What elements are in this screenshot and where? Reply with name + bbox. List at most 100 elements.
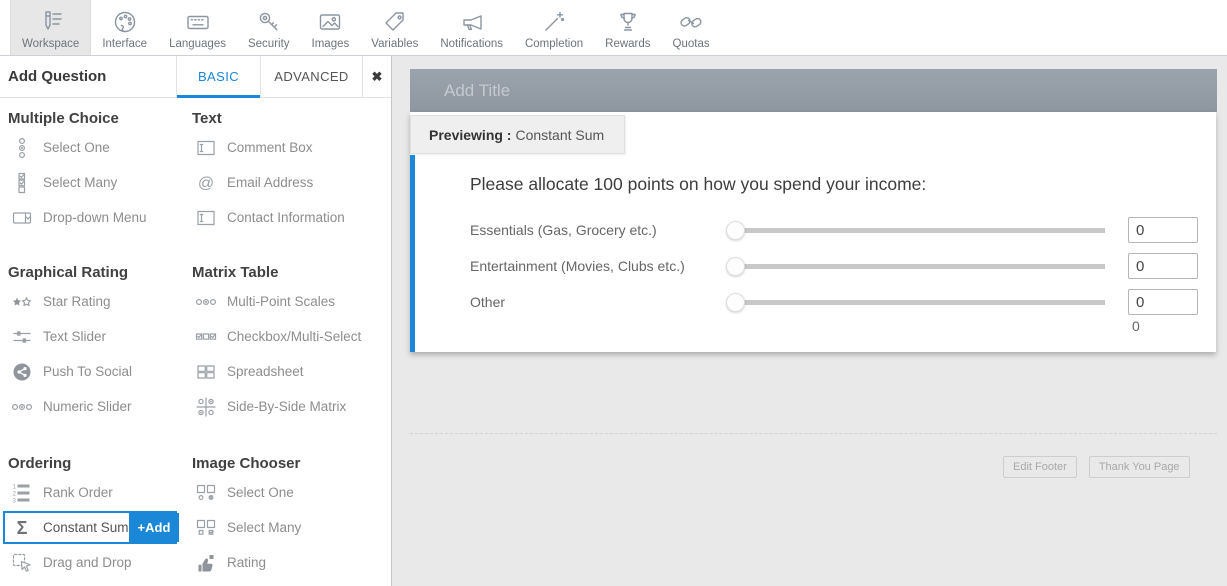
sidebar-item-push-to-social[interactable]: Push To Social — [6, 354, 183, 389]
tab-basic[interactable]: BASIC — [176, 56, 260, 97]
total-value: 0 — [1132, 318, 1202, 334]
sidebar-item-label: Push To Social — [43, 364, 132, 379]
sidebar-item-label: Email Address — [227, 175, 313, 190]
points-input[interactable] — [1128, 289, 1198, 315]
toolbar-item-languages[interactable]: Languages — [158, 0, 237, 55]
dropdown-icon — [9, 207, 35, 229]
sidebar-item-select-many[interactable]: Select Many — [190, 510, 383, 545]
previewing-label: Previewing : — [429, 127, 511, 143]
section-image-chooser: Image ChooserSelect One Select Many Rating — [190, 453, 383, 580]
sidebar-item-select-many[interactable]: Select Many — [6, 165, 183, 200]
section-matrix-table: Matrix TableMulti-Point ScalesCheckbox/M… — [190, 262, 383, 424]
survey-canvas: Add Title Previewing :Constant Sum Pleas… — [392, 56, 1227, 586]
slider-track — [730, 300, 1105, 305]
question-type-list: Multiple Choice Select One Select Many Drop… — [0, 98, 391, 580]
slider-handle[interactable] — [726, 293, 745, 312]
sidebar-item-text-slider[interactable]: Text Slider — [6, 319, 183, 354]
sidebar-item-label: Select Many — [43, 175, 117, 190]
sidebar-item-rank-order[interactable]: 123 Rank Order — [6, 475, 183, 510]
toolbar-item-label: Images — [312, 38, 350, 50]
section-title: Matrix Table — [192, 262, 383, 284]
thank-you-page-button[interactable]: Thank You Page — [1089, 456, 1190, 478]
points-slider[interactable] — [728, 293, 1105, 312]
toolbar-item-notifications[interactable]: Notifications — [429, 0, 514, 55]
sidebar-item-label: Select One — [43, 140, 110, 155]
sidebar-item-label: Numeric Slider — [43, 399, 132, 414]
toolbar-item-label: Security — [248, 38, 290, 50]
toolbar-item-completion[interactable]: Completion — [514, 0, 594, 55]
sidebar-item-drag-and-drop[interactable]: Drag and Drop — [6, 545, 183, 580]
edit-footer-button[interactable]: Edit Footer — [1003, 456, 1077, 478]
section-title: Multiple Choice — [8, 108, 183, 130]
toolbar-item-workspace[interactable]: Workspace — [10, 0, 91, 55]
sidebar-item-label: Rank Order — [43, 485, 113, 500]
close-icon[interactable]: ✖ — [362, 56, 391, 97]
add-title-field[interactable]: Add Title — [410, 69, 1217, 112]
add-question-panel: Add Question BASICADVANCED ✖ Multiple Ch… — [0, 56, 392, 586]
sidebar-item-checkbox-multi-select[interactable]: Checkbox/Multi-Select — [190, 319, 383, 354]
sidebar-item-comment-box[interactable]: Comment Box — [190, 130, 383, 165]
sidebar-item-label: Comment Box — [227, 140, 313, 155]
sidebar-item-numeric-slider[interactable]: Numeric Slider — [6, 389, 183, 424]
toolbar-item-quotas[interactable]: Quotas — [662, 0, 721, 55]
sidebar-item-star-rating[interactable]: Star Rating — [6, 284, 183, 319]
question-text: Please allocate 100 points on how you sp… — [470, 174, 926, 195]
notifications-icon — [458, 8, 485, 35]
sidebar-item-constant-sum[interactable]: ΣConstant Sum+Add — [3, 511, 177, 544]
completion-icon — [541, 8, 568, 35]
toolbar-item-label: Interface — [102, 38, 147, 50]
rewards-icon — [614, 8, 641, 35]
slider-track — [730, 264, 1105, 269]
grid-icon — [193, 361, 219, 383]
points-input[interactable] — [1128, 253, 1198, 279]
tab-advanced[interactable]: ADVANCED — [260, 56, 362, 97]
toolbar-item-interface[interactable]: Interface — [91, 0, 158, 55]
section-multiple-choice: Multiple Choice Select One Select Many Drop… — [6, 108, 183, 235]
points-input[interactable] — [1128, 217, 1198, 243]
sidebar-item-rating[interactable]: Rating — [190, 545, 383, 580]
allocation-row: Other — [470, 284, 1216, 320]
toolbar-item-label: Quotas — [673, 38, 710, 50]
section-title: Image Chooser — [192, 453, 383, 475]
checkbox-list-icon — [9, 172, 35, 194]
slider-handle[interactable] — [726, 257, 745, 276]
sidebar-item-spreadsheet[interactable]: Spreadsheet — [190, 354, 383, 389]
toolbar-item-rewards[interactable]: Rewards — [594, 0, 661, 55]
text-slider-icon — [9, 326, 35, 348]
toolbar-item-images[interactable]: Images — [301, 0, 361, 55]
sidebar-item-drop-down-menu[interactable]: Drop-down Menu — [6, 200, 183, 235]
textbox-icon — [193, 207, 219, 229]
quotas-icon — [678, 8, 705, 35]
rank-icon: 123 — [9, 482, 35, 504]
panel-header: Add Question BASICADVANCED ✖ — [0, 56, 391, 98]
row-label: Essentials (Gas, Grocery etc.) — [470, 222, 728, 238]
sidebar-item-label: Select Many — [227, 520, 301, 535]
toolbar-item-variables[interactable]: Variables — [360, 0, 429, 55]
sidebar-item-label: Drop-down Menu — [43, 210, 147, 225]
points-slider[interactable] — [728, 221, 1105, 240]
sidebar-item-label: Text Slider — [43, 329, 106, 344]
section-title: Text — [192, 108, 383, 130]
sidebar-item-label: Star Rating — [43, 294, 111, 309]
sidebar-item-label: Contact Information — [227, 210, 345, 225]
allocation-row: Essentials (Gas, Grocery etc.) — [470, 212, 1216, 248]
add-button[interactable]: +Add — [129, 513, 180, 542]
sidebar-item-select-one[interactable]: Select One — [6, 130, 183, 165]
checks-h-icon — [193, 326, 219, 348]
question-preview-card: Previewing :Constant Sum Please allocate… — [410, 112, 1216, 352]
points-slider[interactable] — [728, 257, 1105, 276]
sigma-icon: Σ — [9, 517, 35, 539]
svg-text:Σ: Σ — [17, 518, 28, 538]
sidebar-item-select-one[interactable]: Select One — [190, 475, 383, 510]
sbs-icon — [193, 396, 219, 418]
sidebar-item-contact-information[interactable]: Contact Information — [190, 200, 383, 235]
social-icon — [9, 361, 35, 383]
sidebar-item-multi-point-scales[interactable]: Multi-Point Scales — [190, 284, 383, 319]
allocation-row: Entertainment (Movies, Clubs etc.) — [470, 248, 1216, 284]
toolbar-item-label: Rewards — [605, 38, 650, 50]
sidebar-item-side-by-side-matrix[interactable]: Side-By-Side Matrix — [190, 389, 383, 424]
variables-icon — [381, 8, 408, 35]
toolbar-item-security[interactable]: Security — [237, 0, 301, 55]
slider-handle[interactable] — [726, 221, 745, 240]
sidebar-item-email-address[interactable]: @Email Address — [190, 165, 383, 200]
